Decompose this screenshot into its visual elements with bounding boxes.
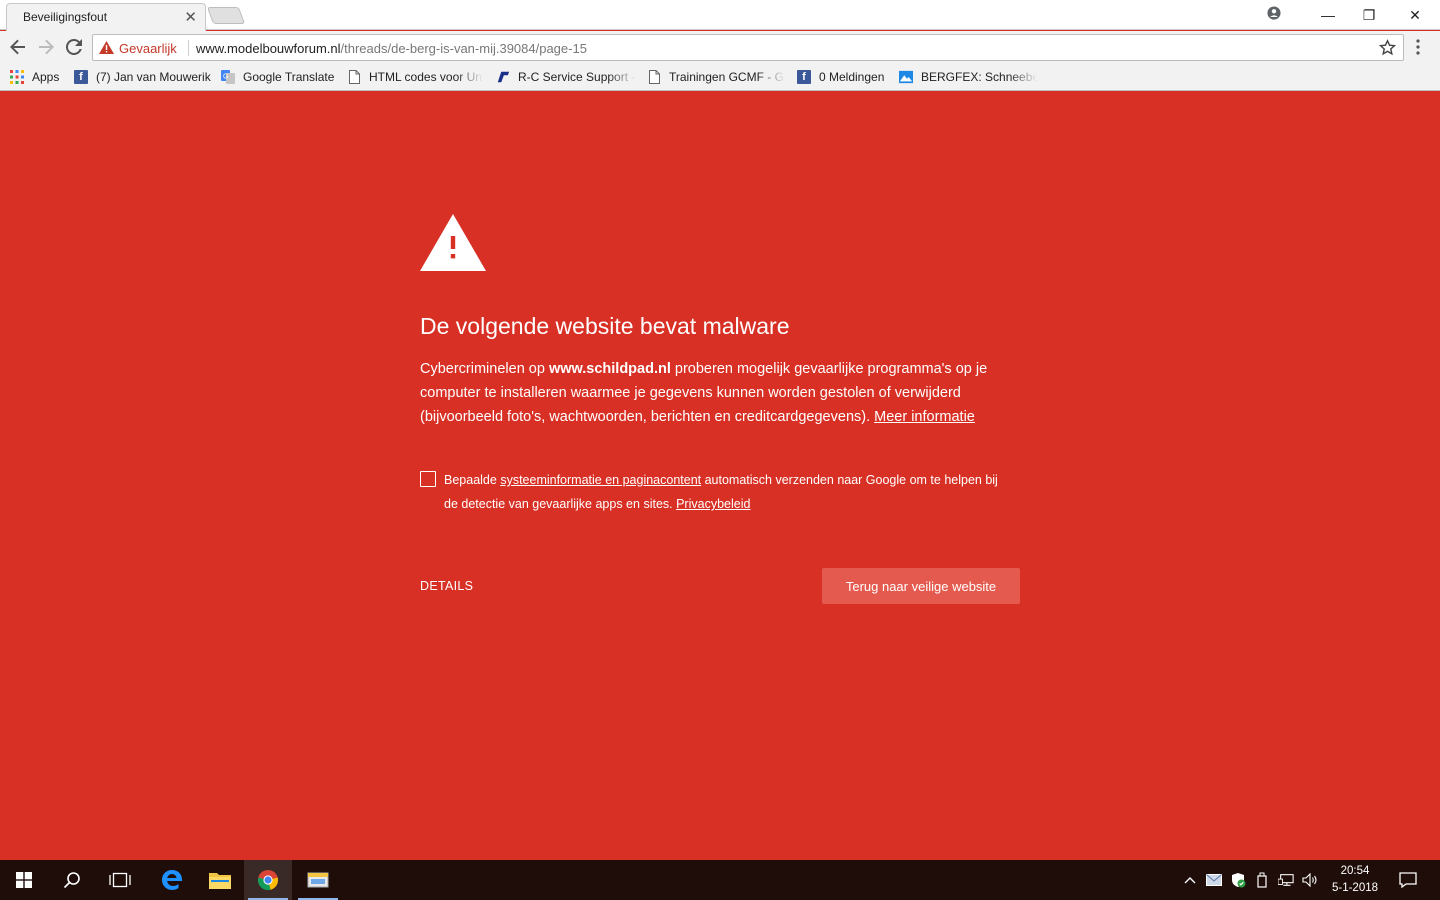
forward-arrow-icon [39, 39, 54, 55]
bookmark-apps[interactable]: Apps [10, 68, 59, 86]
speaker-icon [1302, 873, 1317, 887]
warning-text-prefix: Cybercriminelen op [420, 361, 549, 377]
warning-message: Cybercriminelen op www.schildpad.nl prob… [420, 357, 1020, 429]
bookmark-label: Apps [32, 70, 60, 84]
optin-text-prefix: Bepaalde [444, 473, 501, 487]
url-host: www.modelbouwforum.nl [196, 41, 341, 56]
forward-button[interactable] [34, 35, 58, 59]
privacy-policy-link[interactable]: Privacybeleid [676, 497, 750, 511]
page-title: De volgende website bevat malware [420, 313, 790, 339]
new-tab-button[interactable] [206, 7, 246, 24]
windows-taskbar: 20:54 5-1-2018 [0, 860, 1440, 900]
url-text[interactable]: www.modelbouwforum.nl/threads/de-berg-is… [196, 41, 587, 56]
show-hidden-icons-button[interactable] [1182, 872, 1198, 888]
notification-icon [1399, 872, 1417, 888]
bookmark-star-icon[interactable] [1379, 39, 1396, 56]
reload-button[interactable] [62, 35, 86, 59]
title-bar: Beveiligingsfout ✕ — ❐ ✕ [0, 0, 1440, 31]
start-button[interactable] [0, 860, 48, 900]
search-button[interactable] [48, 860, 96, 900]
page-icon [347, 70, 361, 84]
back-arrow-icon [10, 39, 25, 55]
task-view-button[interactable] [96, 860, 144, 900]
tab-title: Beveiligingsfout [23, 10, 108, 24]
taskbar-edge[interactable] [148, 860, 196, 900]
url-path: /threads/de-berg-is-van-mij.39084/page-1… [340, 41, 587, 56]
bookmark-label: HTML codes voor Uni [369, 70, 483, 84]
security-status-label[interactable]: Gevaarlijk [119, 41, 177, 56]
mail-icon [1206, 874, 1222, 886]
clock-date: 5-1-2018 [1331, 882, 1379, 894]
tray-mail[interactable] [1206, 872, 1222, 888]
chrome-menu-icon[interactable] [1416, 39, 1420, 55]
malicious-site-name: www.schildpad.nl [548, 361, 671, 377]
learn-more-link[interactable]: Meer informatie [874, 409, 975, 425]
malware-interstitial: De volgende website bevat malware Cyberc… [0, 91, 1440, 860]
bookmark-label: Google Translate [243, 70, 335, 84]
search-icon [63, 872, 80, 889]
bookmark-jan-van-mouwerik[interactable]: f (7) Jan van Mouwerik [74, 68, 214, 86]
bookmarks-bar: Apps f (7) Jan van Mouwerik G Google Tra… [0, 63, 1440, 91]
bookmark-label: BERGFEX: Schneeberi [921, 70, 1037, 84]
reload-icon [66, 39, 82, 55]
windows-logo-icon [16, 872, 32, 888]
taskbar-app[interactable] [294, 860, 342, 900]
tray-network[interactable] [1278, 872, 1294, 888]
bookmark-bergfex[interactable]: BERGFEX: Schneeberi [899, 68, 1037, 86]
network-icon [1278, 874, 1294, 886]
details-button[interactable]: DETAILS [420, 579, 473, 593]
tray-security[interactable] [1230, 872, 1246, 888]
back-button[interactable] [6, 35, 30, 59]
rc-logo-icon [496, 70, 510, 84]
extended-reporting-checkbox[interactable] [420, 471, 436, 487]
bookmark-html-codes[interactable]: HTML codes voor Uni [347, 68, 483, 86]
taskbar-file-explorer[interactable] [196, 860, 244, 900]
tab-active[interactable]: Beveiligingsfout ✕ [6, 3, 206, 31]
bergfex-icon [899, 70, 913, 84]
clock-time: 20:54 [1340, 865, 1370, 877]
google-translate-icon: G [221, 70, 235, 84]
folder-icon [209, 873, 231, 889]
omnibox-separator [188, 40, 189, 56]
apps-grid-icon [10, 70, 24, 84]
chevron-up-icon [1184, 877, 1196, 884]
svg-text:G: G [223, 74, 228, 81]
edge-icon [162, 870, 182, 890]
browser-toolbar: Gevaarlijk www.modelbouwforum.nl/threads… [0, 31, 1440, 63]
close-window-button[interactable]: ✕ [1392, 2, 1438, 28]
danger-triangle-icon [420, 214, 486, 271]
maximize-button[interactable]: ❐ [1346, 2, 1392, 28]
bookmark-rc-service-support[interactable]: R-C Service Support - [496, 68, 636, 86]
warning-triangle-icon [99, 41, 114, 54]
app-window-icon [307, 872, 329, 888]
usb-device-icon [1257, 872, 1267, 888]
profile-icon[interactable] [1267, 6, 1281, 20]
facebook-icon: f [797, 70, 811, 84]
tab-close-button[interactable]: ✕ [184, 8, 197, 26]
task-view-icon [109, 872, 131, 888]
tray-volume[interactable] [1302, 872, 1318, 888]
action-center-button[interactable] [1399, 871, 1417, 889]
bookmark-label: Trainingen GCMF - G [669, 70, 784, 84]
taskbar-chrome[interactable] [244, 860, 292, 900]
bookmark-label: 0 Meldingen [819, 70, 885, 84]
chrome-icon [257, 870, 279, 891]
bookmark-trainingen-gcmf[interactable]: Trainingen GCMF - G [647, 68, 785, 86]
extended-reporting-label: Bepaalde systeeminformatie en paginacont… [444, 468, 1014, 516]
system-clock[interactable]: 20:54 5-1-2018 [1326, 863, 1384, 897]
minimize-button[interactable]: — [1305, 2, 1351, 28]
page-icon [647, 70, 661, 84]
address-bar[interactable]: Gevaarlijk www.modelbouwforum.nl/threads… [92, 34, 1404, 61]
system-info-link[interactable]: systeeminformatie en paginacontent [500, 473, 701, 487]
back-to-safety-button[interactable]: Terug naar veilige website [822, 568, 1020, 604]
bookmark-label: (7) Jan van Mouwerik [96, 70, 211, 84]
bookmark-label: R-C Service Support - [518, 70, 636, 84]
facebook-icon: f [74, 70, 88, 84]
tray-battery[interactable] [1254, 872, 1270, 888]
defender-shield-icon [1232, 873, 1246, 888]
bookmark-google-translate[interactable]: G Google Translate [221, 68, 341, 86]
bookmark-meldingen[interactable]: f 0 Meldingen [797, 68, 893, 86]
